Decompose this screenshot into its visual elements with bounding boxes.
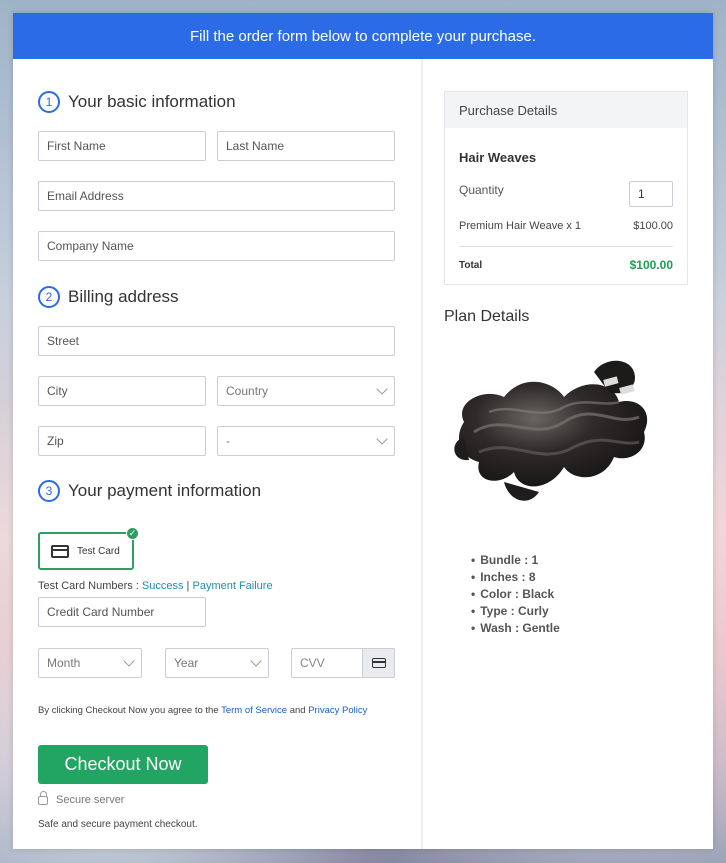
total-value: $100.00: [629, 258, 673, 272]
payment-title: Your payment information: [68, 481, 262, 500]
month-select[interactable]: Month: [38, 648, 142, 678]
list-item: Type : Curly: [471, 603, 713, 620]
cvv-card-icon: [362, 649, 394, 677]
year-select[interactable]: Year: [165, 648, 269, 678]
quantity-label: Quantity: [459, 183, 504, 197]
street-input[interactable]: Street: [38, 326, 395, 356]
divider: [459, 246, 673, 247]
purchase-details-box: Purchase Details Hair Weaves Quantity 1 …: [444, 91, 688, 285]
chevron-down-icon: [376, 433, 388, 445]
city-placeholder: City: [47, 384, 68, 398]
banner-text: Fill the order form below to complete yo…: [190, 27, 536, 45]
agreement-and: and: [287, 705, 309, 716]
cvv-placeholder: CVV: [300, 656, 325, 670]
card-number-input[interactable]: Credit Card Number: [38, 597, 206, 627]
billing-heading: 2 Billing address: [38, 286, 179, 308]
checkout-button[interactable]: Checkout Now: [38, 745, 208, 784]
basic-info-heading: 1 Your basic information: [38, 91, 236, 113]
payment-heading: 3 Your payment information: [38, 480, 261, 502]
month-select-value: Month: [47, 656, 81, 670]
step-3-badge: 3: [38, 480, 60, 502]
email-input[interactable]: Email Address: [38, 181, 395, 211]
purchase-details-header: Purchase Details: [445, 92, 687, 128]
state-select[interactable]: -: [217, 426, 395, 456]
state-select-value: -: [226, 434, 230, 448]
credit-card-icon: [51, 544, 69, 558]
list-item: Bundle : 1: [471, 552, 713, 569]
test-card-option[interactable]: Test Card ✓: [38, 527, 139, 570]
check-icon: ✓: [126, 527, 139, 540]
hair-weave-image: [454, 360, 648, 501]
quantity-input[interactable]: 1: [629, 181, 673, 207]
form-column: 1 Your basic information First Name Last…: [13, 59, 423, 849]
chevron-down-icon: [376, 383, 388, 395]
product-name: Hair Weaves: [459, 150, 537, 165]
payment-failure-link[interactable]: Payment Failure: [192, 580, 272, 592]
test-card-label: Test Card: [77, 545, 120, 557]
plan-details-title: Plan Details: [444, 308, 530, 325]
company-placeholder: Company Name: [47, 239, 134, 253]
first-name-placeholder: First Name: [47, 139, 106, 153]
agreement-prefix: By clicking Checkout Now you agree to th…: [38, 705, 222, 716]
line-item-label: Premium Hair Weave x 1: [459, 220, 582, 232]
total-label: Total: [459, 260, 483, 271]
test-numbers-label: Test Card Numbers :: [38, 580, 142, 592]
street-placeholder: Street: [47, 334, 80, 348]
email-placeholder: Email Address: [47, 189, 124, 203]
lock-icon: [38, 790, 48, 805]
city-input[interactable]: City: [38, 376, 206, 406]
agreement-text: By clicking Checkout Now you agree to th…: [38, 705, 367, 716]
cvv-input[interactable]: CVV: [291, 648, 395, 678]
list-item: Color : Black: [471, 586, 713, 603]
chevron-down-icon: [123, 655, 135, 667]
step-2-badge: 2: [38, 286, 60, 308]
country-select-value: Country: [226, 384, 269, 398]
order-form-page: Fill the order form below to complete yo…: [13, 13, 713, 849]
success-link[interactable]: Success: [142, 580, 184, 592]
step-1-badge: 1: [38, 91, 60, 113]
list-item: Wash : Gentle: [471, 620, 713, 637]
safe-text: Safe and secure payment checkout.: [38, 819, 198, 830]
last-name-input[interactable]: Last Name: [217, 131, 395, 161]
line-item-price: $100.00: [633, 220, 673, 232]
zip-placeholder: Zip: [47, 434, 64, 448]
first-name-input[interactable]: First Name: [38, 131, 206, 161]
last-name-placeholder: Last Name: [226, 139, 285, 153]
basic-info-title: Your basic information: [68, 92, 236, 111]
privacy-link[interactable]: Privacy Policy: [308, 705, 367, 716]
summary-column: Purchase Details Hair Weaves Quantity 1 …: [423, 59, 713, 849]
country-select[interactable]: Country: [217, 376, 395, 406]
secure-server: Secure server: [38, 790, 125, 806]
test-card-numbers: Test Card Numbers : Success | Payment Fa…: [38, 580, 273, 592]
year-select-value: Year: [174, 656, 199, 670]
zip-input[interactable]: Zip: [38, 426, 206, 456]
list-item: Inches : 8: [471, 569, 713, 586]
company-input[interactable]: Company Name: [38, 231, 395, 261]
plan-features-list: Bundle : 1 Inches : 8 Color : Black Type…: [444, 552, 713, 637]
chevron-down-icon: [250, 655, 262, 667]
card-number-placeholder: Credit Card Number: [47, 605, 155, 619]
secure-label: Secure server: [56, 794, 125, 806]
terms-link[interactable]: Term of Service: [221, 705, 287, 716]
banner: Fill the order form below to complete yo…: [13, 13, 713, 59]
billing-title: Billing address: [68, 287, 179, 306]
